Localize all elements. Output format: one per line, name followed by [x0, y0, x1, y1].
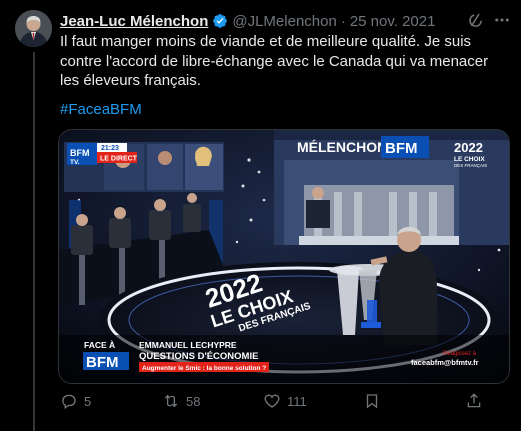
- bookmark-icon: [366, 394, 378, 409]
- badge-sub: DES FRANÇAIS: [454, 163, 487, 168]
- tweet-date[interactable]: 25 nov. 2021: [350, 13, 436, 30]
- like-count: 111: [287, 393, 307, 409]
- share-button[interactable]: [465, 392, 489, 410]
- speaker-name: EMMANUEL LECHYPRE: [139, 340, 237, 350]
- retweet-count: 58: [186, 393, 201, 409]
- live-time: 21:23: [101, 145, 119, 152]
- live-label: LE DIRECT: [100, 156, 138, 163]
- face-a-label: FACE À: [84, 340, 115, 350]
- retweet-icon: [164, 394, 178, 408]
- hashtag-link[interactable]: #FaceaBFM: [60, 101, 142, 118]
- avatar[interactable]: [15, 10, 52, 47]
- subtopic: Augmenter le Smic : la bonne solution ?: [142, 365, 266, 372]
- verified-icon: [212, 13, 228, 29]
- share-icon: [467, 393, 481, 408]
- tweet-actions: 5 58 111: [60, 392, 510, 412]
- badge-text: LE CHOIX: [454, 156, 485, 163]
- thread-line: [33, 52, 35, 431]
- reagissez-label: Réagissez à: [443, 351, 477, 357]
- heart-icon: [264, 394, 280, 408]
- reply-button[interactable]: 5: [60, 392, 91, 410]
- lower-bfm: BFM: [86, 354, 119, 371]
- separator-dot: ·: [340, 12, 346, 30]
- tweet[interactable]: Jean-Luc Mélenchon @JLMelenchon · 25 nov…: [0, 0, 521, 431]
- contact-email: faceabfm@bfmtv.fr: [411, 358, 479, 367]
- author-handle[interactable]: @JLMelenchon: [232, 13, 336, 30]
- bookmark-button[interactable]: [363, 392, 387, 410]
- bfm-logo: BFM: [70, 148, 90, 158]
- reply-count: 5: [84, 393, 92, 409]
- reply-icon: [62, 394, 76, 410]
- video-media[interactable]: BFM TV. 21:23 LE DIRECT MÉLENCHON BFM 20…: [58, 129, 510, 384]
- bfm-tv: TV.: [70, 159, 80, 166]
- screen-bfm: BFM: [385, 140, 418, 157]
- topic: QUESTIONS D'ÉCONOMIE: [139, 351, 258, 362]
- tweet-text: Il faut manger moins de viande et de mei…: [60, 33, 489, 89]
- more-options-icon[interactable]: [493, 11, 511, 29]
- grok-icon[interactable]: [467, 11, 485, 29]
- retweet-button[interactable]: 58: [162, 392, 200, 410]
- tweet-header: Jean-Luc Mélenchon @JLMelenchon · 25 nov…: [60, 11, 481, 31]
- author-name[interactable]: Jean-Luc Mélenchon: [60, 13, 208, 30]
- badge-year: 2022: [454, 140, 483, 155]
- like-button[interactable]: 111: [263, 392, 307, 410]
- screen-name: MÉLENCHON: [297, 139, 387, 155]
